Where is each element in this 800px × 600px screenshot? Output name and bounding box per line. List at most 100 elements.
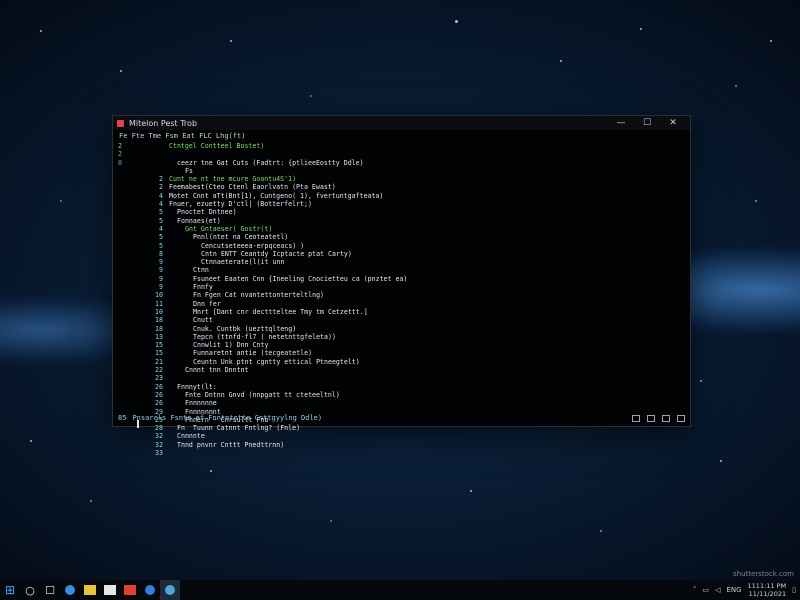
notification-icon[interactable]: ▯ <box>792 586 796 594</box>
line-number: 11 <box>155 299 163 308</box>
panel-icon[interactable] <box>647 414 655 422</box>
clock-time: 1111:11 PM <box>747 582 787 590</box>
code-line: 2 Cunt ne nt tne mcure Goantu4S'1) <box>133 175 684 183</box>
line-number: 32 <box>155 440 163 449</box>
status-bar: 85 Pnsarcls Fsnte ef Fnntntntte Cnttgyyl… <box>113 410 690 426</box>
window-controls: — ☐ ✕ <box>608 116 686 130</box>
line-number: 5 <box>159 241 163 250</box>
code-line: 15 Cnnwlit 1) Dnn Cnty <box>133 341 684 349</box>
code-line: 4 Gnt Gntaeser( Gostr(t) <box>133 225 684 233</box>
code-text: Cnutt <box>193 316 213 325</box>
code-line: 4 Fnuer, ezuetty D'ctl| (Botterfelrt;) <box>133 200 684 208</box>
code-line: 10 Fn Fgen Cat nvantettonterteltlng) <box>133 291 684 299</box>
media-icon[interactable] <box>120 580 140 600</box>
chevron-up-icon[interactable]: ˄ <box>693 586 697 594</box>
code-line: Fs <box>133 167 684 175</box>
code-text: Fnnfy <box>193 283 213 292</box>
gutter-mark: 2 <box>118 150 122 159</box>
code-line: 5 Pnnl(ntet na Ceoteatetl) <box>133 233 684 241</box>
search-icon[interactable]: ○ <box>20 580 40 600</box>
network-icon[interactable]: ▭ <box>702 586 709 594</box>
windows-logo-icon[interactable]: ⊞ <box>0 580 20 600</box>
language-indicator[interactable]: ENG <box>726 586 741 594</box>
code-text: Cnnwlit 1) Dnn Cnty <box>193 341 269 350</box>
code-text: Ctnnaeterate(l(it unn <box>201 258 285 267</box>
code-text: Fnte Dntnn Gnvd (nnpgatt tt cteteeltnl) <box>185 390 340 399</box>
task-view-icon[interactable]: ☐ <box>40 580 60 600</box>
code-line: 10 Mnrt [Dant cnr decttteltee Tmy tm Cetz… <box>133 308 684 316</box>
line-number: 9 <box>159 258 163 267</box>
taskbar: ⊞ ○ ☐ ˄ ▭ ◁ ENG 1111:11 PM 11/11/2021 ▯ <box>0 580 800 600</box>
code-text: Ctnn <box>193 266 209 275</box>
line-number: 21 <box>155 357 163 366</box>
code-line: 22 Cnnnt tnn Dnntnt <box>133 366 684 374</box>
code-text: Cnnnnte <box>177 432 205 441</box>
code-line: 8 Cntn ENTT Ceantdy Icptacte ptat Carty) <box>133 250 684 258</box>
line-number: 9 <box>159 266 163 275</box>
watermark: shutterstock.com <box>733 570 794 578</box>
code-text: Feemabest(Cteo Ctenl Eaorlvatn (Pta Ewas… <box>169 183 336 192</box>
code-text: Gnt Gntaeser( Gostr(t) <box>185 224 273 233</box>
line-number: 23 <box>155 374 163 383</box>
code-text: Motet Cnnt aTt(Bnt[1), Cuntgeno( 1), fve… <box>169 191 384 200</box>
line-number: 9 <box>159 283 163 292</box>
volume-icon[interactable]: ◁ <box>715 586 720 594</box>
app-icon <box>117 119 124 127</box>
store-icon[interactable] <box>100 580 120 600</box>
code-line: 23 <box>133 374 684 382</box>
code-line: 5 Fonnaes(et) <box>133 217 684 225</box>
code-text: Cnnnt tnn Dnntnt <box>185 366 249 375</box>
line-number: 26 <box>155 390 163 399</box>
app-icon[interactable] <box>140 580 160 600</box>
title-bar[interactable]: Mitelon Pest Trob — ☐ ✕ <box>113 116 690 130</box>
line-number: 4 <box>159 200 163 209</box>
code-line: 9 Fsuneet Eaaten Cnn {Ineeling Cnocietteu… <box>133 275 684 283</box>
code-line: 26 Fnte Dntnn Gnvd (nnpgatt tt cteteeltnl… <box>133 391 684 399</box>
code-line: ceezr tne Gat Cuts (Fadtrt: {ptlieeEostt… <box>133 159 684 167</box>
code-line: 26 Fnnnyt(lt: <box>133 383 684 391</box>
code-text: Pnoctet Dntnee) <box>177 208 237 217</box>
line-number: 5 <box>159 233 163 242</box>
code-line: 11 Dnn fer <box>133 300 684 308</box>
gutter-mark: 0 <box>118 158 122 167</box>
line-number: 15 <box>155 349 163 358</box>
minimize-button[interactable]: — <box>608 116 634 130</box>
line-number: 33 <box>155 448 163 457</box>
code-text: Fs <box>185 166 193 175</box>
terminal-icon[interactable] <box>160 580 180 600</box>
terminal-window[interactable]: Mitelon Pest Trob — ☐ ✕ Fe Fte Tme Fsm E… <box>112 115 691 457</box>
layout-icon[interactable] <box>632 414 640 422</box>
file-explorer-icon[interactable] <box>80 580 100 600</box>
code-text: Cunt ne nt tne mcure Goantu4S'1) <box>169 175 297 184</box>
close-button[interactable]: ✕ <box>660 116 686 130</box>
code-text: Dnn fer <box>193 299 221 308</box>
clock-date: 11/11/2021 <box>748 590 787 598</box>
code-line: 18 Cnuk. Cuntbk (uezttqlteng) <box>133 325 684 333</box>
gutter-mark: 2 <box>118 142 122 150</box>
code-text: Fnuer, ezuetty D'ctl| (Botterfelrt;) <box>169 200 312 209</box>
menu-bar[interactable]: Fe Fte Tme Fsm Eat FLC Lhg(ft) <box>113 130 690 142</box>
code-text: Fnnnyt(lt: <box>177 382 217 391</box>
line-number: 15 <box>155 341 163 350</box>
code-text: Fnnnnnne <box>185 399 217 408</box>
code-line: 2 Feemabest(Cteo Ctenl Eaorlvatn (Pta Ewa… <box>133 183 684 191</box>
line-number: 22 <box>155 366 163 375</box>
code-line: 9 Ctnn <box>133 266 684 274</box>
line-number: 5 <box>159 208 163 217</box>
code-line: 32 Tnnd pnvnr Cnttt Pnedttrnn) <box>133 441 684 449</box>
code-text: Tnnd pnvnr Cnttt Pnedttrnn) <box>177 440 285 449</box>
editor-content[interactable]: 2 2 0 Ctntgel Contteel Bostet) ceezr tne … <box>113 142 690 457</box>
settings-icon[interactable] <box>677 414 685 422</box>
code-text: Fonnaes(et) <box>177 216 221 225</box>
maximize-button[interactable]: ☐ <box>634 116 660 130</box>
code-text: Fn Fgen Cat nvantettonterteltlng) <box>193 291 325 300</box>
code-text: Cntn ENTT Ceantdy Icptacte ptat Carty) <box>201 249 352 258</box>
code-text: Funnaretnt antie (tecgeatetle) <box>193 349 313 358</box>
clock[interactable]: 1111:11 PM 11/11/2021 <box>748 582 787 598</box>
split-icon[interactable] <box>662 414 670 422</box>
code-line: 33 <box>133 449 684 457</box>
edge-icon[interactable] <box>60 580 80 600</box>
code-line: 26 Fnnnnnne <box>133 399 684 407</box>
code-text: Pnnl(ntet na Ceoteatetl) <box>193 233 289 242</box>
code-text: Mnrt [Dant cnr decttteltee Tmy tm Cetzet… <box>193 307 368 316</box>
